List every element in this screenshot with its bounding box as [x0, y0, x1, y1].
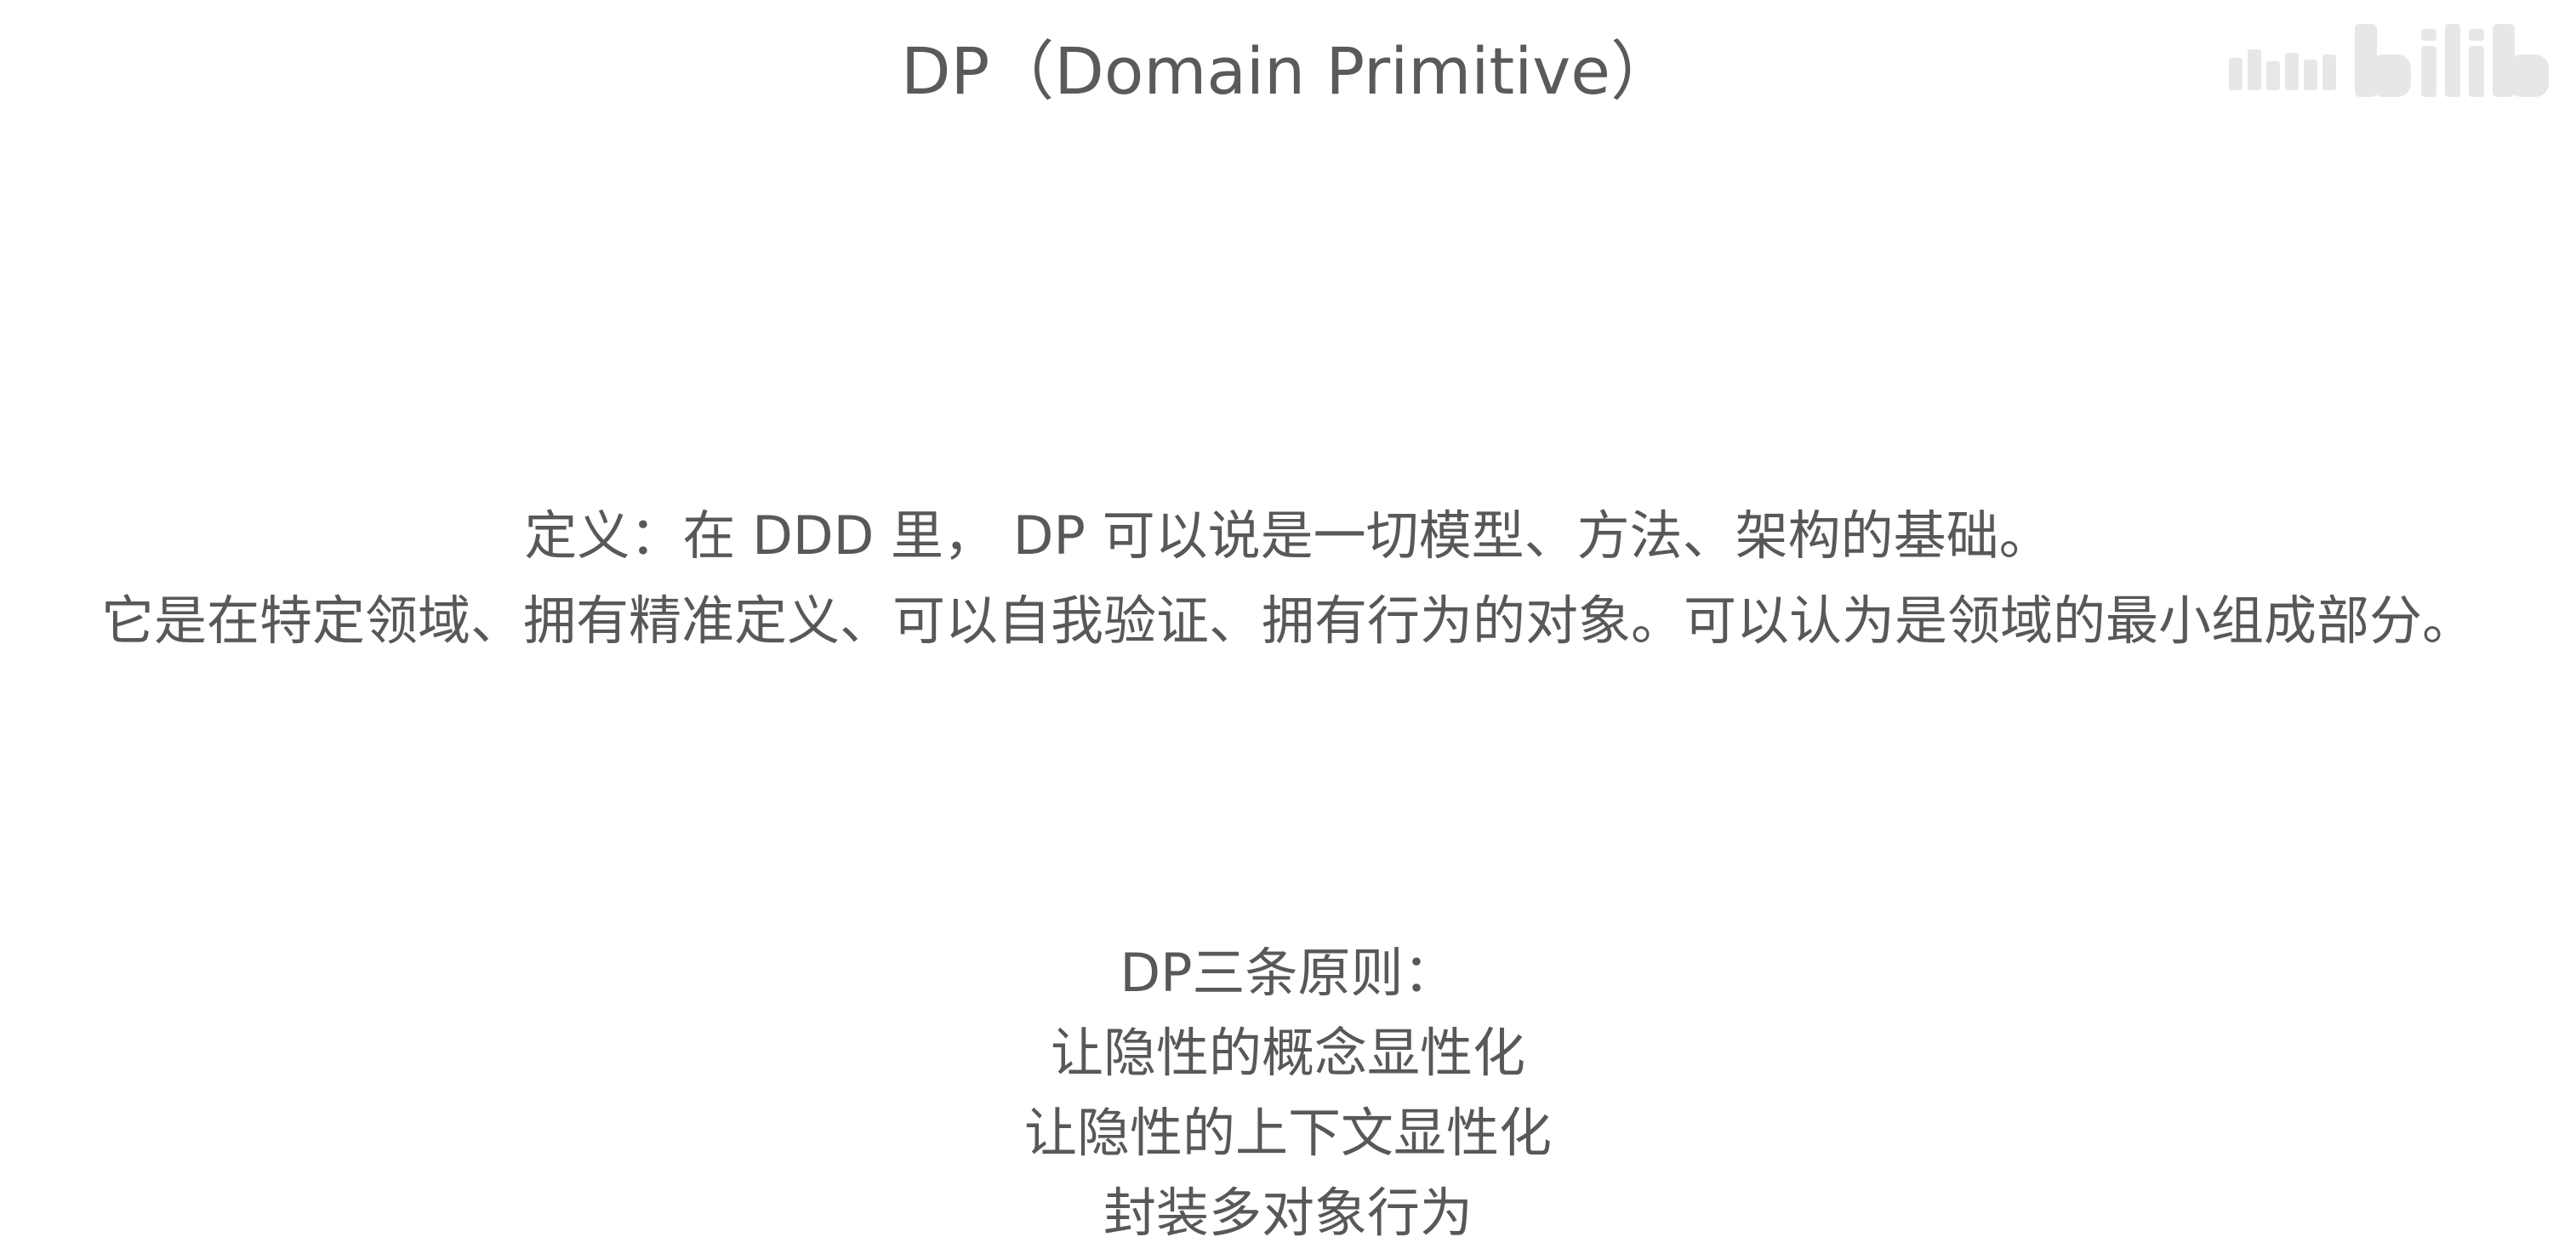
- principle-item: 让隐性的概念显性化: [1050, 1022, 1525, 1084]
- slide-title: DP（Domain Primitive）: [900, 33, 1676, 109]
- definition-line-1: 定义：在 DDD 里， DP 可以说是一切模型、方法、架构的基础。: [524, 504, 2052, 567]
- slide: DP（Domain Primitive） 定义：在 DDD 里， DP 可以说是…: [0, 0, 2576, 1254]
- principle-item: 封装多对象行为: [1103, 1182, 1473, 1244]
- principles-block: DP三条原则： 让隐性的概念显性化 让隐性的上下文显性化 封装多对象行为: [0, 933, 2576, 1253]
- definition-line-2: 它是在特定领域、拥有精准定义、可以自我验证、拥有行为的对象。可以认为是领域的最小…: [100, 590, 2475, 652]
- definition-block: 定义：在 DDD 里， DP 可以说是一切模型、方法、架构的基础。 它是在特定领…: [0, 493, 2576, 664]
- principle-item: 让隐性的上下文显性化: [1023, 1102, 1552, 1164]
- bilibili-logo-icon: [2219, 9, 2559, 111]
- principles-heading: DP三条原则：: [1120, 942, 1456, 1004]
